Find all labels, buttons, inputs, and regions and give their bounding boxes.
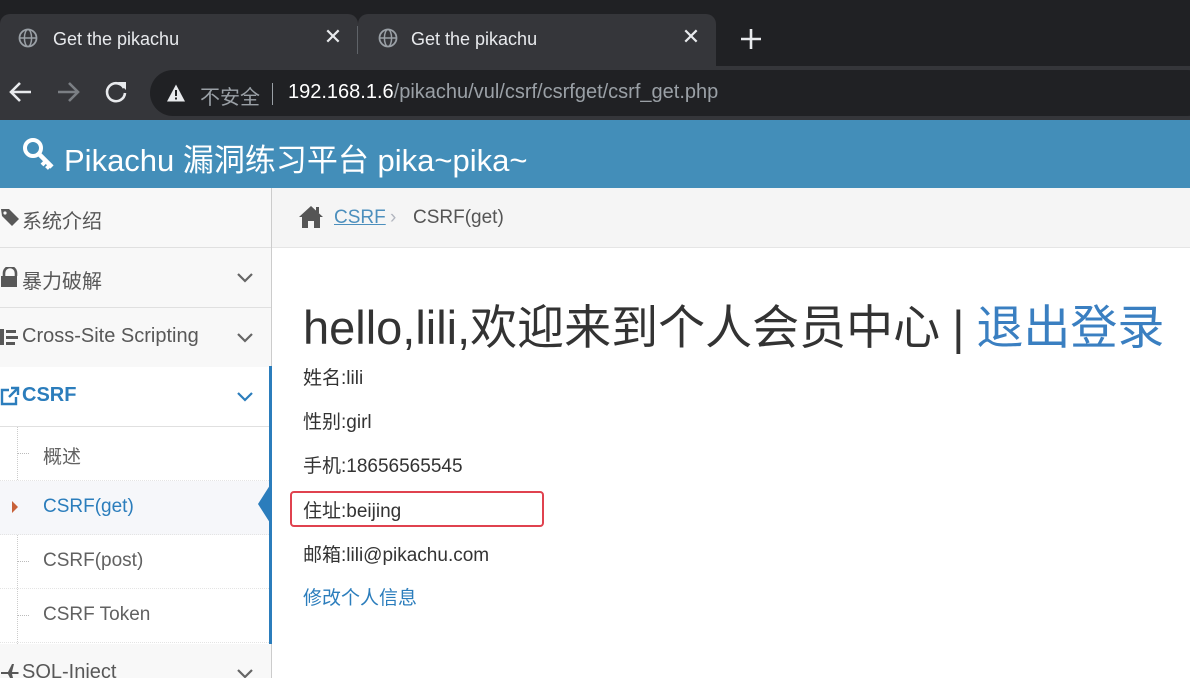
submenu-item-overview[interactable]: 概述 xyxy=(0,427,271,481)
sidebar-item-intro[interactable]: 系统介绍 xyxy=(0,188,271,248)
back-arrow-icon[interactable] xyxy=(8,79,34,105)
key-icon xyxy=(23,138,54,170)
submenu-item-label: CSRF(post) xyxy=(43,550,144,571)
browser-toolbar: 不安全 192.168.1.6/pikachu/vul/csrf/csrfget… xyxy=(0,66,1190,120)
tree-dash xyxy=(17,561,29,562)
warning-icon[interactable] xyxy=(166,83,186,103)
breadcrumb-link-csrf[interactable]: CSRF xyxy=(334,207,386,229)
close-tab-icon[interactable]: ✕ xyxy=(680,26,702,48)
browser-tab-active[interactable]: Get the pikachu ✕ xyxy=(358,14,716,66)
sidebar-item-label: CSRF xyxy=(22,384,77,406)
welcome-text: hello,lili,欢迎来到个人会员中心 xyxy=(303,301,941,354)
profile-name: 姓名:lili xyxy=(303,368,364,389)
sidebar-item-xss[interactable]: Cross-Site Scripting xyxy=(0,308,271,368)
submenu-item-csrf-post[interactable]: CSRF(post) xyxy=(0,535,271,589)
sidebar-item-csrf[interactable]: CSRF xyxy=(0,367,271,427)
chevron-down-icon xyxy=(237,333,253,343)
sidebar-item-bruteforce[interactable]: 暴力破解 xyxy=(0,248,271,308)
breadcrumb-separator: › xyxy=(390,207,397,228)
sidebar-item-label: Cross-Site Scripting xyxy=(22,325,199,347)
submenu-item-csrf-get[interactable]: CSRF(get) xyxy=(0,481,271,535)
profile-email: 邮箱:lili@pikachu.com xyxy=(303,545,490,566)
profile-gender: 性别:girl xyxy=(303,412,372,433)
globe-icon xyxy=(18,28,38,48)
logout-link[interactable]: 退出登录 xyxy=(976,301,1164,354)
forward-arrow-icon[interactable] xyxy=(55,79,81,105)
home-icon[interactable] xyxy=(298,205,324,229)
tab-title: Get the pikachu xyxy=(53,29,180,49)
close-tab-icon[interactable]: ✕ xyxy=(322,26,344,48)
url-path: /pikachu/vul/csrf/csrfget/csrf_get.php xyxy=(393,81,719,103)
chevron-down-icon xyxy=(237,273,253,283)
edit-profile-link[interactable]: 修改个人信息 xyxy=(303,583,417,610)
browser-tab-strip: Get the pikachu ✕ Get the pikachu ✕ xyxy=(0,0,1190,66)
url-host: 192.168.1.6 xyxy=(288,81,394,103)
tree-dash xyxy=(17,615,29,616)
caret-right-icon xyxy=(12,501,18,513)
list-icon xyxy=(0,329,18,345)
chevron-down-icon xyxy=(237,669,253,678)
submenu-item-label: 概述 xyxy=(43,447,82,468)
address-divider xyxy=(272,83,273,105)
globe-icon xyxy=(378,28,398,48)
reload-icon[interactable] xyxy=(103,79,129,105)
share-square-icon xyxy=(0,386,20,406)
heading-divider: | xyxy=(952,301,965,354)
main-content: hello,lili,欢迎来到个人会员中心 | 退出登录 姓名:lili 性别:gi… xyxy=(272,249,1190,678)
plane-icon xyxy=(1,664,19,678)
submenu-item-label: CSRF(get) xyxy=(43,496,134,517)
site-header: Pikachu 漏洞练习平台 pika~pika~ xyxy=(0,120,1190,188)
tab-title: Get the pikachu xyxy=(411,29,538,49)
address-highlight-box xyxy=(290,491,544,527)
lock-icon xyxy=(1,267,18,287)
address-bar[interactable]: 不安全 192.168.1.6/pikachu/vul/csrf/csrfget… xyxy=(150,70,1190,116)
site-brand[interactable]: Pikachu 漏洞练习平台 pika~pika~ xyxy=(64,135,527,180)
welcome-heading: hello,lili,欢迎来到个人会员中心 | 退出登录 xyxy=(303,289,1164,358)
browser-tab[interactable]: Get the pikachu ✕ xyxy=(0,14,358,66)
breadcrumb: CSRF › CSRF(get) xyxy=(272,188,1190,248)
chevron-down-icon xyxy=(237,392,253,402)
url-text[interactable]: 192.168.1.6/pikachu/vul/csrf/csrfget/csr… xyxy=(288,81,718,104)
new-tab-icon[interactable] xyxy=(738,26,764,52)
submenu-item-label: CSRF Token xyxy=(43,604,151,625)
submenu-item-csrf-token[interactable]: CSRF Token xyxy=(0,589,271,643)
tags-icon xyxy=(1,209,19,226)
sidebar-item-label: 系统介绍 xyxy=(22,211,102,233)
tree-dash xyxy=(17,453,29,454)
sidebar-item-sqli[interactable]: SQL-Inject xyxy=(0,644,271,678)
sidebar-item-label: SQL-Inject xyxy=(22,661,117,678)
profile-phone: 手机:18656565545 xyxy=(303,456,463,477)
security-label[interactable]: 不安全 xyxy=(200,81,260,110)
sidebar-item-label: 暴力破解 xyxy=(22,271,102,293)
breadcrumb-current: CSRF(get) xyxy=(413,207,504,228)
